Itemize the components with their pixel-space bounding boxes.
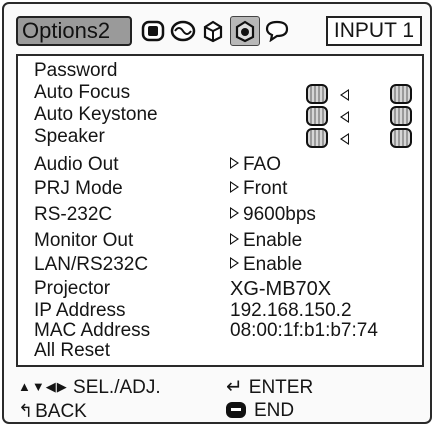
speaker-left-arrow-icon xyxy=(340,133,349,145)
menu-item-label: Audio Out xyxy=(34,154,119,175)
enter-hint: ↵ ENTER xyxy=(226,376,313,399)
menu-item-value: Enable xyxy=(230,230,302,252)
back-label: BACK xyxy=(35,401,87,422)
back-hint: ↰ BACK xyxy=(18,400,87,423)
screen-setup-tab-icon[interactable] xyxy=(198,16,228,46)
picture-tab-icon[interactable] xyxy=(138,16,168,46)
menu-item-label: Auto Focus xyxy=(34,82,131,103)
menu-item-label: MAC Address xyxy=(34,320,151,341)
menu-item-label: IP Address xyxy=(34,300,126,321)
menu-item-label: Monitor Out xyxy=(34,230,134,251)
projector-model-value: XG-MB70X xyxy=(230,278,332,300)
speaker-toggle-alt-icon[interactable] xyxy=(390,128,412,148)
menu-item-label: Speaker xyxy=(34,126,105,147)
right-arrow-icon xyxy=(230,257,239,269)
tab-options2[interactable]: Options2 xyxy=(16,16,132,46)
menu-item-value: FAO xyxy=(230,154,281,176)
mac-address-value: 08:00:1f:b1:b7:74 xyxy=(230,320,378,341)
menu-item-label: PRJ Mode xyxy=(34,178,123,199)
auto-focus-toggle-icon[interactable] xyxy=(306,84,328,104)
menu-item-value: 9600bps xyxy=(230,204,316,226)
menu-item-value: Enable xyxy=(230,254,302,276)
right-arrow-icon xyxy=(230,233,239,245)
auto-focus-toggle-alt-icon[interactable] xyxy=(390,84,412,104)
menu-item-label: All Reset xyxy=(34,340,111,361)
select-adjust-label: SEL./ADJ. xyxy=(73,377,161,398)
direction-arrows-icon: ▲▼◀▶ xyxy=(18,379,68,394)
auto-keystone-toggle-alt-icon[interactable] xyxy=(390,106,412,126)
input-indicator: INPUT 1 xyxy=(326,16,422,46)
right-arrow-icon xyxy=(230,181,239,193)
menu-item-label: Auto Keystone xyxy=(34,104,158,125)
speaker-toggle-icon[interactable] xyxy=(306,128,328,148)
end-hint: END xyxy=(226,400,294,422)
select-adjust-hint: ▲▼◀▶ SEL./ADJ. xyxy=(18,376,161,399)
auto-keystone-left-arrow-icon xyxy=(340,111,349,123)
menu-frame: Options2 INPUT 1 Password Auto Focus Aut… xyxy=(2,2,432,424)
options-tab-icon[interactable] xyxy=(230,16,260,46)
right-arrow-icon xyxy=(230,157,239,169)
options2-menu-panel: Password Auto Focus Auto Keystone Speake… xyxy=(16,54,424,367)
auto-focus-left-arrow-icon xyxy=(340,89,349,101)
menu-item-value: Front xyxy=(230,178,287,200)
ip-address-value: 192.168.150.2 xyxy=(230,300,352,321)
end-button-icon xyxy=(226,402,246,418)
auto-keystone-toggle-icon[interactable] xyxy=(306,106,328,126)
enter-label: ENTER xyxy=(248,377,314,398)
back-arrow-icon: ↰ xyxy=(18,401,34,421)
menu-item-label: Projector xyxy=(34,278,111,299)
language-tab-icon[interactable] xyxy=(262,16,292,46)
end-label: END xyxy=(254,400,295,421)
menu-item-label: LAN/RS232C xyxy=(34,254,149,275)
menu-item-label: RS-232C xyxy=(34,204,113,225)
right-arrow-icon xyxy=(230,207,239,219)
enter-icon: ↵ xyxy=(226,376,243,398)
tab-options2-label: Options2 xyxy=(22,18,111,43)
menu-item-label: Password xyxy=(34,60,118,81)
input-label: INPUT 1 xyxy=(333,19,415,42)
signal-adjust-tab-icon[interactable] xyxy=(168,16,198,46)
